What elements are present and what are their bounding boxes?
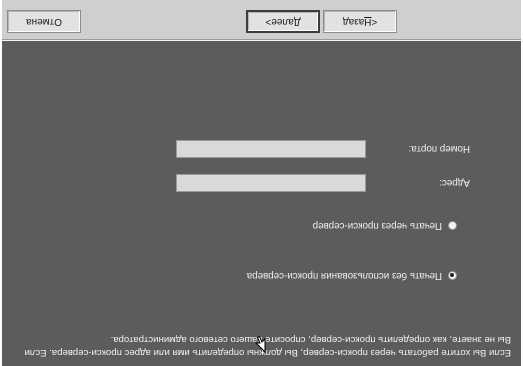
next-button[interactable]: Далее > [246, 10, 320, 33]
proxy-settings-dialog: Если Вы хотите работать через прокси-сер… [0, 0, 523, 366]
mouse-pointer-icon [254, 335, 266, 353]
no-proxy-radio[interactable] [448, 271, 457, 280]
use-proxy-option[interactable]: Печать через прокси-сервер [313, 220, 457, 231]
address-input[interactable] [176, 174, 366, 192]
use-proxy-label: Печать через прокси-сервер [312, 220, 442, 231]
address-label: Адрес: [439, 177, 470, 188]
port-label: Номер порта: [408, 143, 470, 154]
no-proxy-label: Печать без использования прокси-сервера [246, 270, 442, 281]
radio-selected-dot [450, 273, 455, 278]
content-panel: Если Вы хотите работать через прокси-сер… [2, 41, 521, 366]
cancel-button[interactable]: Отмена [7, 10, 81, 33]
button-bar: < Назад Далее > Отмена [2, 0, 521, 41]
back-button[interactable]: < Назад [323, 10, 397, 33]
port-input[interactable] [176, 140, 366, 158]
no-proxy-option[interactable]: Печать без использования прокси-сервера [247, 270, 457, 281]
use-proxy-radio[interactable] [448, 221, 457, 230]
